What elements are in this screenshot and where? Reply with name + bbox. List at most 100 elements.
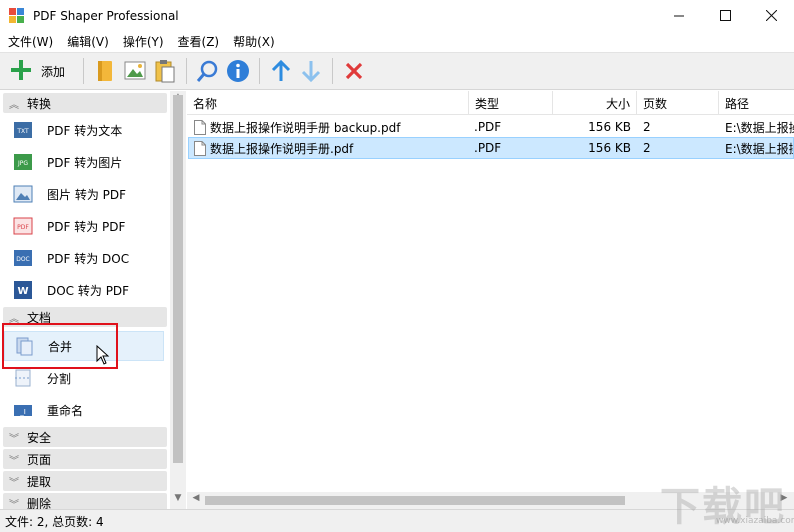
svg-text:W: W (17, 286, 28, 297)
word-icon: W (12, 279, 34, 301)
convert-image-to-pdf[interactable]: 图片 转为 PDF (4, 179, 164, 209)
file-pages: 2 (643, 141, 651, 155)
toolbar-separator (259, 58, 260, 84)
jpg-icon: JPG (12, 151, 34, 173)
app-logo-icon (9, 7, 25, 24)
item-label: PDF 转为图片 (47, 155, 123, 170)
column-path[interactable]: 路径 (719, 91, 794, 115)
window-title: PDF Shaper Professional (33, 8, 179, 23)
item-label: PDF 转为 DOC (47, 251, 130, 266)
paste-button[interactable] (152, 56, 178, 86)
table-row[interactable]: 数据上报操作说明手册 backup.pdf .PDF 156 KB 2 E:\数… (188, 116, 794, 138)
menu-view[interactable]: 查看(Z) (171, 33, 227, 50)
close-button[interactable] (748, 0, 794, 31)
file-list: 名称 类型 大小 页数 路径 数据上报操作说明手册 backup.pdf .PD… (187, 91, 794, 509)
toolbar-separator (83, 58, 84, 84)
toolbar-separator (186, 58, 187, 84)
item-label: PDF 转为 PDF (47, 219, 126, 234)
info-icon (227, 60, 249, 82)
maximize-button[interactable] (702, 0, 748, 31)
item-label: 分割 (47, 371, 72, 386)
chevron-down-icon: ︾ (9, 433, 19, 445)
menu-operation[interactable]: 操作(Y) (116, 33, 171, 50)
clipboard-icon (155, 60, 175, 83)
svg-text:_I: _I (19, 408, 26, 416)
sidebar-scrollbar[interactable]: ▲ ▼ (170, 91, 186, 509)
item-label: PDF 转为文本 (47, 123, 123, 138)
mouse-cursor-icon (96, 344, 110, 368)
toolbar: 添加 (0, 52, 794, 90)
svg-text:TXT: TXT (16, 128, 29, 135)
menu-help[interactable]: 帮助(X) (226, 33, 282, 50)
file-size: 156 KB (588, 141, 631, 155)
item-label: DOC 转为 PDF (47, 283, 130, 298)
category-label: 安全 (27, 430, 52, 445)
chevron-down-icon: ︾ (9, 455, 19, 467)
file-size: 156 KB (588, 120, 631, 134)
file-path: E:\数据上报操 (725, 120, 794, 135)
menu-bar: 文件(W) 编辑(V) 操作(Y) 查看(Z) 帮助(X) (0, 31, 794, 51)
category-extract[interactable]: ︾ 提取 (3, 471, 167, 491)
svg-text:PDF: PDF (17, 224, 29, 231)
delete-button[interactable] (341, 56, 367, 86)
category-label: 页面 (27, 452, 52, 467)
column-size[interactable]: 大小 (553, 91, 637, 115)
chevron-down-icon: ︾ (9, 477, 19, 489)
arrow-up-icon (271, 59, 291, 81)
menu-edit[interactable]: 编辑(V) (60, 33, 116, 50)
file-icon (194, 140, 206, 156)
file-name: 数据上报操作说明手册 backup.pdf (210, 120, 401, 135)
file-name: 数据上报操作说明手册.pdf (210, 141, 354, 156)
add-image-button[interactable] (122, 56, 148, 86)
minimize-icon (673, 15, 684, 17)
category-pages[interactable]: ︾ 页面 (3, 449, 167, 469)
add-button[interactable]: 添加 (9, 56, 77, 86)
item-label: 图片 转为 PDF (47, 187, 127, 202)
column-name[interactable]: 名称 (187, 91, 469, 115)
plus-icon (9, 59, 33, 84)
move-up-button[interactable] (268, 56, 294, 86)
convert-pdf-to-doc[interactable]: DOC PDF 转为 DOC (4, 243, 164, 273)
move-down-button[interactable] (298, 56, 324, 86)
convert-doc-to-pdf[interactable]: W DOC 转为 PDF (4, 275, 164, 305)
table-row[interactable]: 数据上报操作说明手册.pdf .PDF 156 KB 2 E:\数据上报操 (188, 137, 794, 159)
watermark-url: www.xiazaiba.com (716, 516, 794, 526)
open-folder-button[interactable] (92, 56, 118, 86)
sidebar-scroll-thumb[interactable] (173, 95, 183, 463)
title-bar: PDF Shaper Professional (0, 0, 794, 31)
column-type[interactable]: 类型 (469, 91, 553, 115)
txt-icon: TXT (12, 119, 34, 141)
image-icon (124, 61, 146, 80)
file-type: .PDF (474, 141, 502, 155)
chevron-up-icon: ︽ (9, 99, 19, 111)
item-label: 重命名 (47, 403, 84, 418)
status-text: 文件: 2, 总页数: 4 (5, 514, 104, 529)
doc-icon: DOC (12, 247, 34, 269)
convert-pdf-to-text[interactable]: TXT PDF 转为文本 (4, 115, 164, 145)
info-button[interactable] (225, 56, 251, 86)
picture-icon (12, 183, 34, 205)
split-icon (12, 367, 34, 389)
search-button[interactable] (195, 56, 221, 86)
category-security[interactable]: ︾ 安全 (3, 427, 167, 447)
file-list-header: 名称 类型 大小 页数 路径 (187, 91, 794, 115)
category-label: 转换 (27, 96, 52, 111)
category-label: 提取 (27, 474, 52, 489)
search-icon (196, 60, 218, 82)
delete-icon (345, 62, 363, 80)
scroll-left-icon[interactable]: ◀ (189, 493, 203, 507)
rename-icon: _I (12, 399, 34, 421)
file-list-scroll-thumb[interactable] (205, 496, 625, 505)
svg-text:JPG: JPG (17, 160, 28, 167)
operations-panel: ︽ 转换 TXT PDF 转为文本 JPG PDF 转为图片 图片 转为 PDF… (0, 91, 186, 513)
folder-icon (98, 61, 112, 81)
convert-pdf-to-image[interactable]: JPG PDF 转为图片 (4, 147, 164, 177)
minimize-button[interactable] (656, 0, 702, 31)
column-pages[interactable]: 页数 (637, 91, 719, 115)
scroll-down-icon[interactable]: ▼ (170, 493, 186, 507)
category-convert[interactable]: ︽ 转换 (3, 93, 167, 113)
arrow-down-icon (301, 61, 321, 83)
document-rename[interactable]: _I 重命名 (4, 395, 164, 425)
menu-file[interactable]: 文件(W) (0, 33, 60, 50)
convert-pdf-to-pdf[interactable]: PDF PDF 转为 PDF (4, 211, 164, 241)
